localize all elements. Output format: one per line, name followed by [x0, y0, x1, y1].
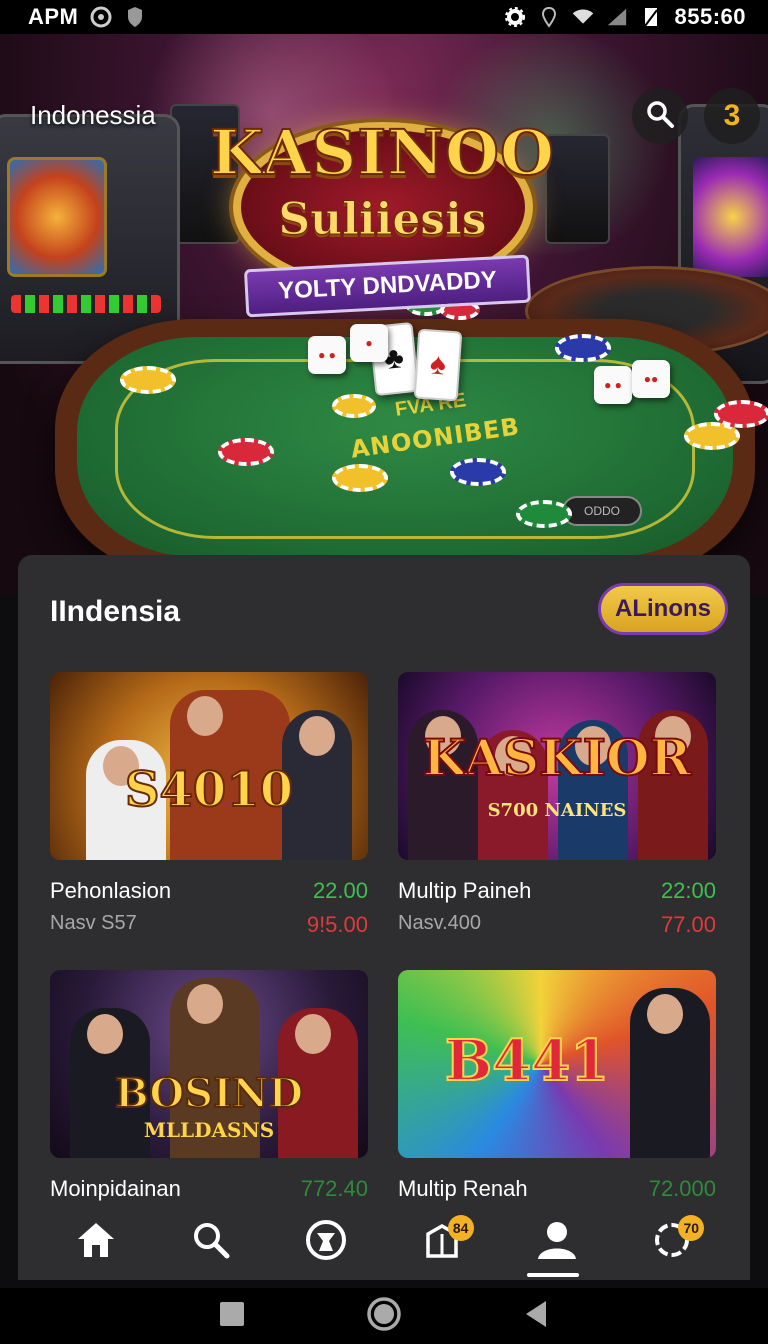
game-card[interactable]: S4010 Pehonlasion Nasv S57 22.00 9!5.00	[50, 672, 368, 937]
thumb-subtitle: S700 NAINES	[487, 800, 627, 821]
game-thumbnail[interactable]: B441	[398, 970, 716, 1158]
slot-screen	[7, 157, 107, 277]
status-time: 855:60	[674, 4, 746, 29]
game-name: Moinpidainan	[50, 1176, 181, 1201]
user-icon	[536, 1219, 578, 1266]
status-carrier: APM	[28, 4, 79, 29]
game-name: Multip Paineh	[398, 878, 532, 903]
wifi-icon	[572, 6, 594, 28]
game-thumbnail[interactable]: BOSIND MLLDASNS	[50, 970, 368, 1158]
profile-button[interactable]: 3	[704, 88, 760, 144]
back-button[interactable]	[522, 1299, 550, 1334]
signal-icon	[606, 6, 628, 28]
thumb-title: BOSIND	[114, 1069, 304, 1118]
thumb-subtitle: MLLDASNS	[143, 1118, 275, 1142]
game-value-positive: 72.000	[648, 1176, 716, 1201]
gear-icon	[504, 6, 526, 28]
chip-green	[516, 500, 572, 528]
nav-profile[interactable]	[526, 1213, 587, 1277]
sport-ball-icon	[305, 1219, 347, 1266]
game-value-negative: 9!5.00	[306, 912, 368, 937]
playing-card: ♠	[413, 328, 463, 402]
system-nav-bar	[0, 1288, 768, 1344]
chip-red	[218, 438, 274, 466]
nav-sports[interactable]	[296, 1213, 356, 1273]
chip-blue	[450, 458, 506, 486]
chip-red	[714, 400, 768, 428]
game-value-positive: 22:00	[660, 878, 716, 903]
status-bar: APM 855:60	[0, 0, 768, 34]
nav-settings[interactable]: 70	[642, 1213, 705, 1273]
search-icon	[645, 99, 675, 134]
dice: ●●	[632, 360, 670, 398]
battery-icon	[640, 6, 662, 28]
promotions-badge: 84	[447, 1214, 474, 1241]
panel-title: IIndensia	[50, 595, 181, 628]
chip-yellow	[120, 366, 176, 394]
table-badge: ODDO	[562, 496, 642, 526]
dice: ● ●	[594, 366, 632, 404]
search-button[interactable]	[632, 88, 688, 144]
recent-apps-button[interactable]	[218, 1300, 246, 1333]
games-panel: IIndensia ALinons S4010 Pehonlasion Nasv…	[18, 555, 750, 1280]
game-thumbnail[interactable]: S4010	[50, 672, 368, 860]
dice: ● ●	[308, 336, 346, 374]
profile-badge: 3	[723, 99, 741, 132]
bottom-nav: 84 70	[18, 1205, 750, 1280]
shield-icon	[124, 6, 146, 28]
nav-promotions[interactable]: 84	[412, 1213, 474, 1273]
nav-search[interactable]	[181, 1213, 241, 1273]
dice: ●	[350, 324, 388, 362]
logo-subtitle: Suliiesis	[278, 194, 487, 246]
logo-title: KASINOO	[209, 115, 555, 190]
chip-yellow	[332, 394, 376, 418]
game-card[interactable]: B441 Multip Renah 72.000	[398, 970, 716, 1201]
search-icon	[191, 1220, 231, 1265]
game-name: Pehonlasion	[50, 878, 172, 903]
home-icon	[76, 1221, 116, 1264]
game-name: Multip Renah	[398, 1176, 528, 1201]
hero-banner[interactable]: FVA RE ANOONIBEB ODDO ♣ ♠ ● ● ● ● ● ●● K…	[0, 34, 768, 594]
game-subtitle: Nasv S57	[50, 912, 137, 934]
chip-yellow	[332, 464, 388, 492]
game-card[interactable]: KASKIOR S700 NAINES Multip Paineh Nasv.4…	[398, 672, 716, 937]
hero-logo: KASINOO Suliiesis YOLTY DNDVADDY	[205, 102, 560, 318]
game-value-negative: 77.00	[660, 912, 716, 937]
status-right: 855:60	[504, 4, 746, 30]
thumb-title: KASKIOR	[422, 727, 692, 788]
region-label[interactable]: Indonessia	[30, 100, 156, 131]
slot-screen	[693, 157, 768, 277]
chip-blue	[555, 334, 611, 362]
status-left: APM	[28, 4, 146, 30]
game-thumbnail[interactable]: KASKIOR S700 NAINES	[398, 672, 716, 860]
game-card[interactable]: BOSIND MLLDASNS Moinpidainan 772.40	[50, 970, 368, 1201]
game-value-positive: 772.40	[300, 1176, 368, 1201]
location-icon	[538, 6, 560, 28]
thumb-title: B441	[444, 1027, 610, 1095]
see-all-button[interactable]: ALinons	[598, 583, 728, 635]
settings-badge: 70	[678, 1214, 705, 1241]
thumb-title: S4010	[124, 761, 294, 819]
game-value-positive: 22.00	[312, 878, 368, 903]
slot-buttons	[11, 295, 161, 313]
game-subtitle: Nasv.400	[398, 912, 482, 934]
home-button[interactable]	[366, 1296, 402, 1337]
record-icon	[90, 6, 112, 28]
nav-home[interactable]	[66, 1213, 126, 1273]
